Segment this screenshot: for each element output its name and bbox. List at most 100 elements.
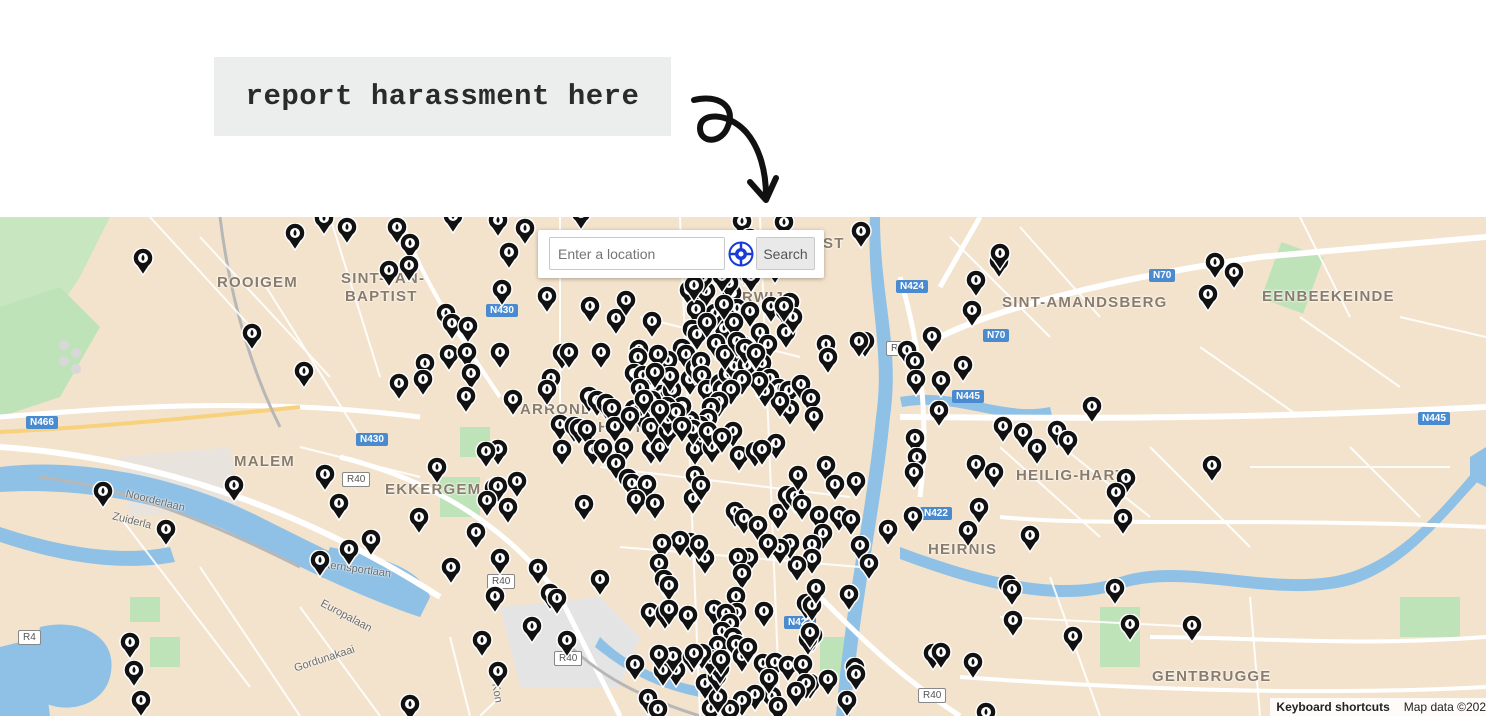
report-marker-icon[interactable] bbox=[589, 569, 611, 597]
report-marker-icon[interactable] bbox=[426, 457, 448, 485]
search-button[interactable]: Search bbox=[756, 237, 815, 270]
report-marker-icon[interactable] bbox=[838, 584, 860, 612]
report-marker-icon[interactable] bbox=[713, 294, 735, 322]
report-marker-icon[interactable] bbox=[314, 464, 336, 492]
report-marker-icon[interactable] bbox=[399, 694, 421, 716]
report-marker-icon[interactable] bbox=[119, 632, 141, 660]
report-banner[interactable]: report harassment here bbox=[214, 57, 671, 136]
report-marker-icon[interactable] bbox=[649, 399, 671, 427]
report-marker-icon[interactable] bbox=[615, 290, 637, 318]
report-marker-icon[interactable] bbox=[313, 217, 335, 236]
report-marker-icon[interactable] bbox=[624, 654, 646, 682]
report-marker-icon[interactable] bbox=[745, 343, 767, 371]
report-marker-icon[interactable] bbox=[905, 369, 927, 397]
report-marker-icon[interactable] bbox=[1057, 430, 1079, 458]
report-marker-icon[interactable] bbox=[1001, 579, 1023, 607]
report-marker-icon[interactable] bbox=[475, 441, 497, 469]
report-marker-icon[interactable] bbox=[328, 493, 350, 521]
report-marker-icon[interactable] bbox=[648, 644, 670, 672]
report-marker-icon[interactable] bbox=[465, 522, 487, 550]
report-marker-icon[interactable] bbox=[961, 300, 983, 328]
report-marker-icon[interactable] bbox=[845, 664, 867, 692]
report-marker-icon[interactable] bbox=[644, 493, 666, 521]
report-marker-icon[interactable] bbox=[799, 622, 821, 650]
report-marker-icon[interactable] bbox=[130, 690, 152, 716]
report-marker-icon[interactable] bbox=[309, 550, 331, 578]
report-marker-icon[interactable] bbox=[1105, 482, 1127, 510]
report-marker-icon[interactable] bbox=[579, 296, 601, 324]
report-marker-icon[interactable] bbox=[1026, 438, 1048, 466]
report-marker-icon[interactable] bbox=[489, 342, 511, 370]
report-marker-icon[interactable] bbox=[757, 533, 779, 561]
report-marker-icon[interactable] bbox=[1197, 284, 1219, 312]
report-marker-icon[interactable] bbox=[753, 601, 775, 629]
report-marker-icon[interactable] bbox=[711, 427, 733, 455]
report-marker-icon[interactable] bbox=[1119, 614, 1141, 642]
report-marker-icon[interactable] bbox=[284, 223, 306, 251]
report-marker-icon[interactable] bbox=[527, 558, 549, 586]
report-marker-icon[interactable] bbox=[850, 221, 872, 249]
report-marker-icon[interactable] bbox=[921, 326, 943, 354]
report-marker-icon[interactable] bbox=[1019, 525, 1041, 553]
report-marker-icon[interactable] bbox=[241, 323, 263, 351]
report-marker-icon[interactable] bbox=[378, 260, 400, 288]
report-marker-icon[interactable] bbox=[536, 379, 558, 407]
report-marker-icon[interactable] bbox=[824, 474, 846, 502]
report-marker-icon[interactable] bbox=[491, 279, 513, 307]
report-marker-icon[interactable] bbox=[751, 439, 773, 467]
report-marker-icon[interactable] bbox=[502, 389, 524, 417]
report-marker-icon[interactable] bbox=[471, 630, 493, 658]
report-marker-icon[interactable] bbox=[1081, 396, 1103, 424]
report-marker-icon[interactable] bbox=[590, 342, 612, 370]
report-marker-icon[interactable] bbox=[902, 506, 924, 534]
report-marker-icon[interactable] bbox=[903, 462, 925, 490]
report-marker-icon[interactable] bbox=[805, 578, 827, 606]
report-marker-icon[interactable] bbox=[1112, 508, 1134, 536]
harassment-map[interactable]: ROOIGEM SINT-JAN- BAPTIST SINT-AMANDSBER… bbox=[0, 217, 1486, 716]
report-marker-icon[interactable] bbox=[877, 519, 899, 547]
report-marker-icon[interactable] bbox=[930, 370, 952, 398]
report-marker-icon[interactable] bbox=[710, 649, 732, 677]
report-marker-icon[interactable] bbox=[992, 416, 1014, 444]
report-marker-icon[interactable] bbox=[965, 270, 987, 298]
report-marker-icon[interactable] bbox=[573, 494, 595, 522]
report-marker-icon[interactable] bbox=[1201, 455, 1223, 483]
report-marker-icon[interactable] bbox=[975, 702, 997, 716]
report-marker-icon[interactable] bbox=[930, 642, 952, 670]
report-marker-icon[interactable] bbox=[952, 355, 974, 383]
report-marker-icon[interactable] bbox=[551, 439, 573, 467]
report-marker-icon[interactable] bbox=[845, 471, 867, 499]
report-marker-icon[interactable] bbox=[360, 529, 382, 557]
report-marker-icon[interactable] bbox=[398, 255, 420, 283]
report-marker-icon[interactable] bbox=[983, 462, 1005, 490]
report-marker-icon[interactable] bbox=[498, 242, 520, 270]
report-marker-icon[interactable] bbox=[671, 416, 693, 444]
report-marker-icon[interactable] bbox=[521, 616, 543, 644]
report-marker-icon[interactable] bbox=[677, 605, 699, 633]
report-marker-icon[interactable] bbox=[556, 630, 578, 658]
report-marker-icon[interactable] bbox=[489, 548, 511, 576]
report-marker-icon[interactable] bbox=[836, 690, 858, 716]
report-marker-icon[interactable] bbox=[957, 520, 979, 548]
report-marker-icon[interactable] bbox=[1002, 610, 1024, 638]
report-marker-icon[interactable] bbox=[1104, 578, 1126, 606]
report-marker-icon[interactable] bbox=[1062, 626, 1084, 654]
report-marker-icon[interactable] bbox=[442, 217, 464, 234]
report-marker-icon[interactable] bbox=[408, 507, 430, 535]
report-marker-icon[interactable] bbox=[506, 471, 528, 499]
report-marker-icon[interactable] bbox=[388, 373, 410, 401]
report-marker-icon[interactable] bbox=[1181, 615, 1203, 643]
report-marker-icon[interactable] bbox=[688, 534, 710, 562]
report-marker-icon[interactable] bbox=[683, 643, 705, 671]
report-marker-icon[interactable] bbox=[683, 275, 705, 303]
report-marker-icon[interactable] bbox=[840, 509, 862, 537]
report-marker-icon[interactable] bbox=[928, 400, 950, 428]
report-marker-icon[interactable] bbox=[487, 661, 509, 689]
report-marker-icon[interactable] bbox=[484, 586, 506, 614]
report-marker-icon[interactable] bbox=[773, 296, 795, 324]
report-marker-icon[interactable] bbox=[787, 465, 809, 493]
report-marker-icon[interactable] bbox=[412, 369, 434, 397]
report-marker-icon[interactable] bbox=[1223, 262, 1245, 290]
report-marker-icon[interactable] bbox=[558, 342, 580, 370]
report-marker-icon[interactable] bbox=[641, 311, 663, 339]
